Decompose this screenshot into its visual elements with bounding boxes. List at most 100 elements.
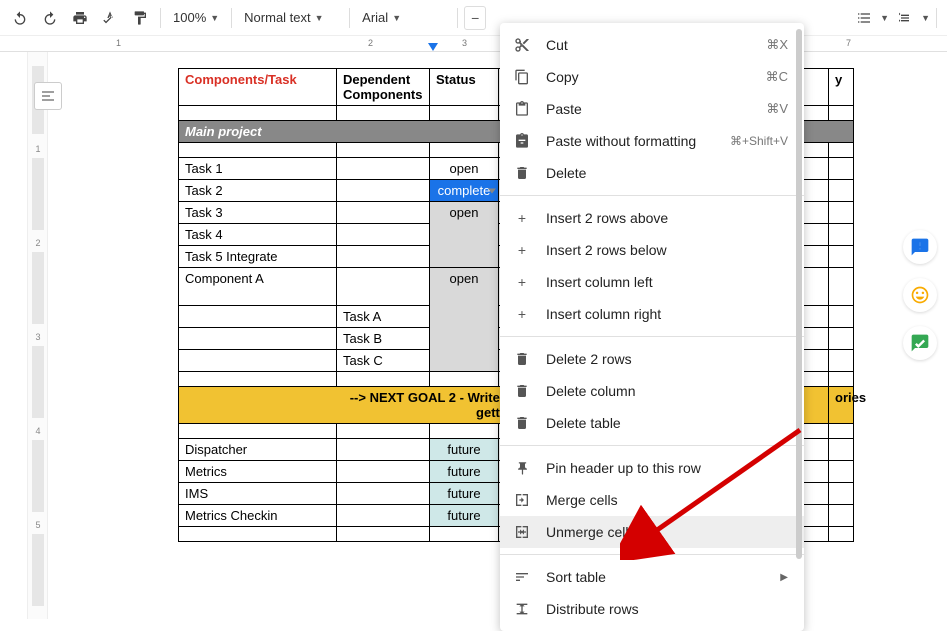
zoom-select[interactable]: 100%▼ bbox=[167, 4, 225, 32]
table-cell[interactable]: Task 1 bbox=[179, 158, 337, 180]
suggest-button[interactable] bbox=[903, 326, 937, 360]
table-cell[interactable]: Task 3 bbox=[179, 202, 337, 224]
ctx-sort-table[interactable]: Sort table ▶ bbox=[500, 561, 804, 593]
table-cell[interactable]: Task C bbox=[337, 350, 430, 372]
font-value: Arial bbox=[362, 10, 388, 25]
header-dependent: Dependent Components bbox=[337, 69, 430, 106]
spellcheck-button[interactable] bbox=[96, 4, 124, 32]
ctx-cut[interactable]: Cut ⌘X bbox=[500, 29, 804, 61]
delete-icon bbox=[512, 413, 532, 433]
context-menu-scrollbar[interactable] bbox=[796, 29, 802, 559]
ctx-copy[interactable]: Copy ⌘C bbox=[500, 61, 804, 93]
ctx-label: Distribute rows bbox=[546, 601, 788, 617]
font-select[interactable]: Arial▼ bbox=[356, 4, 451, 32]
ctx-merge-cells[interactable]: Merge cells bbox=[500, 484, 804, 516]
ctx-insert-rows-below[interactable]: + Insert 2 rows below bbox=[500, 234, 804, 266]
style-value: Normal text bbox=[244, 10, 310, 25]
ctx-delete-rows[interactable]: Delete 2 rows bbox=[500, 343, 804, 375]
fontsize-stepper[interactable]: − bbox=[464, 6, 486, 30]
ctx-delete-table[interactable]: Delete table bbox=[500, 407, 804, 439]
ctx-label: Sort table bbox=[546, 569, 766, 585]
ctx-delete-col[interactable]: Delete column bbox=[500, 375, 804, 407]
plus-icon: + bbox=[512, 240, 532, 260]
ruler-tick: 7 bbox=[846, 38, 851, 48]
header-components: Components/Task bbox=[179, 69, 337, 106]
status-cell[interactable]: open bbox=[430, 158, 499, 180]
context-menu: Cut ⌘X Copy ⌘C Paste ⌘V Paste without fo… bbox=[500, 23, 804, 631]
table-cell[interactable]: Task 4 bbox=[179, 224, 337, 246]
table-cell[interactable]: Metrics bbox=[179, 461, 337, 483]
redo-button[interactable] bbox=[36, 4, 64, 32]
print-button[interactable] bbox=[66, 4, 94, 32]
paste-icon bbox=[512, 99, 532, 119]
table-cell[interactable]: Task 2 bbox=[179, 180, 337, 202]
ctx-delete[interactable]: Delete bbox=[500, 157, 804, 189]
table-cell[interactable]: Task A bbox=[337, 306, 430, 328]
header-status: Status bbox=[430, 69, 499, 106]
ruler-indent-marker[interactable] bbox=[428, 43, 438, 51]
merge-icon bbox=[512, 490, 532, 510]
linespacing-button[interactable] bbox=[891, 4, 919, 32]
status-merged-cell[interactable]: open bbox=[430, 268, 499, 372]
ctx-pin-header[interactable]: Pin header up to this row bbox=[500, 452, 804, 484]
undo-button[interactable] bbox=[6, 4, 34, 32]
ctx-unmerge-cells[interactable]: Unmerge cells bbox=[500, 516, 804, 548]
ctx-insert-col-left[interactable]: + Insert column left bbox=[500, 266, 804, 298]
table-cell[interactable]: Task B bbox=[337, 328, 430, 350]
vruler-tick: 4 bbox=[30, 426, 46, 436]
style-select[interactable]: Normal text▼ bbox=[238, 4, 343, 32]
ctx-label: Insert column right bbox=[546, 306, 788, 322]
ruler-tick: 2 bbox=[368, 38, 373, 48]
ctx-label: Paste bbox=[546, 101, 752, 117]
add-comment-button[interactable] bbox=[903, 230, 937, 264]
ctx-label: Pin header up to this row bbox=[546, 460, 788, 476]
ctx-distribute-rows[interactable]: Distribute rows bbox=[500, 593, 804, 625]
chevron-right-icon: ▶ bbox=[780, 572, 788, 583]
table-cell[interactable]: Metrics Checkin bbox=[179, 505, 337, 527]
ruler-tick: 1 bbox=[116, 38, 121, 48]
ctx-insert-rows-above[interactable]: + Insert 2 rows above bbox=[500, 202, 804, 234]
ctx-label: Copy bbox=[546, 69, 752, 85]
ctx-paste-without-formatting[interactable]: Paste without formatting ⌘+Shift+V bbox=[500, 125, 804, 157]
ctx-label: Delete 2 rows bbox=[546, 351, 788, 367]
vruler-tick: 5 bbox=[30, 520, 46, 530]
plus-icon: + bbox=[512, 272, 532, 292]
table-cell[interactable]: Task 5 Integrate bbox=[179, 246, 337, 268]
ctx-label: Insert 2 rows above bbox=[546, 210, 788, 226]
goal-end: ories bbox=[829, 387, 854, 424]
ctx-label: Insert column left bbox=[546, 274, 788, 290]
zoom-value: 100% bbox=[173, 10, 206, 25]
table-cell[interactable]: Component A bbox=[179, 268, 337, 306]
copy-icon bbox=[512, 67, 532, 87]
plus-icon: + bbox=[512, 208, 532, 228]
fontsize-minus[interactable]: − bbox=[465, 10, 485, 26]
ctx-shortcut: ⌘X bbox=[766, 37, 788, 53]
status-cell[interactable]: complete bbox=[430, 180, 499, 202]
outline-toggle[interactable] bbox=[34, 82, 62, 110]
unmerge-icon bbox=[512, 522, 532, 542]
ctx-label: Insert 2 rows below bbox=[546, 242, 788, 258]
emoji-button[interactable] bbox=[903, 278, 937, 312]
status-cell[interactable]: future bbox=[430, 505, 499, 527]
status-cell[interactable]: future bbox=[430, 483, 499, 505]
cut-icon bbox=[512, 35, 532, 55]
toolbar: 100%▼ Normal text▼ Arial▼ − ▼ ▼ bbox=[0, 0, 947, 36]
ctx-label: Delete table bbox=[546, 415, 788, 431]
ctx-insert-col-right[interactable]: + Insert column right bbox=[500, 298, 804, 330]
format-paint-button[interactable] bbox=[126, 4, 154, 32]
status-merged-cell[interactable]: open bbox=[430, 202, 499, 268]
right-rail bbox=[903, 230, 937, 360]
ctx-label: Cut bbox=[546, 37, 752, 53]
pin-icon bbox=[512, 458, 532, 478]
ctx-shortcut: ⌘V bbox=[766, 101, 788, 117]
status-cell[interactable]: future bbox=[430, 439, 499, 461]
checklist-button[interactable] bbox=[850, 4, 878, 32]
paste-nf-icon bbox=[512, 131, 532, 151]
ctx-paste[interactable]: Paste ⌘V bbox=[500, 93, 804, 125]
table-cell[interactable]: IMS bbox=[179, 483, 337, 505]
ctx-shortcut: ⌘C bbox=[766, 69, 788, 85]
status-cell[interactable]: future bbox=[430, 461, 499, 483]
ctx-label: Paste without formatting bbox=[546, 133, 716, 149]
ctx-label: Merge cells bbox=[546, 492, 788, 508]
table-cell[interactable]: Dispatcher bbox=[179, 439, 337, 461]
